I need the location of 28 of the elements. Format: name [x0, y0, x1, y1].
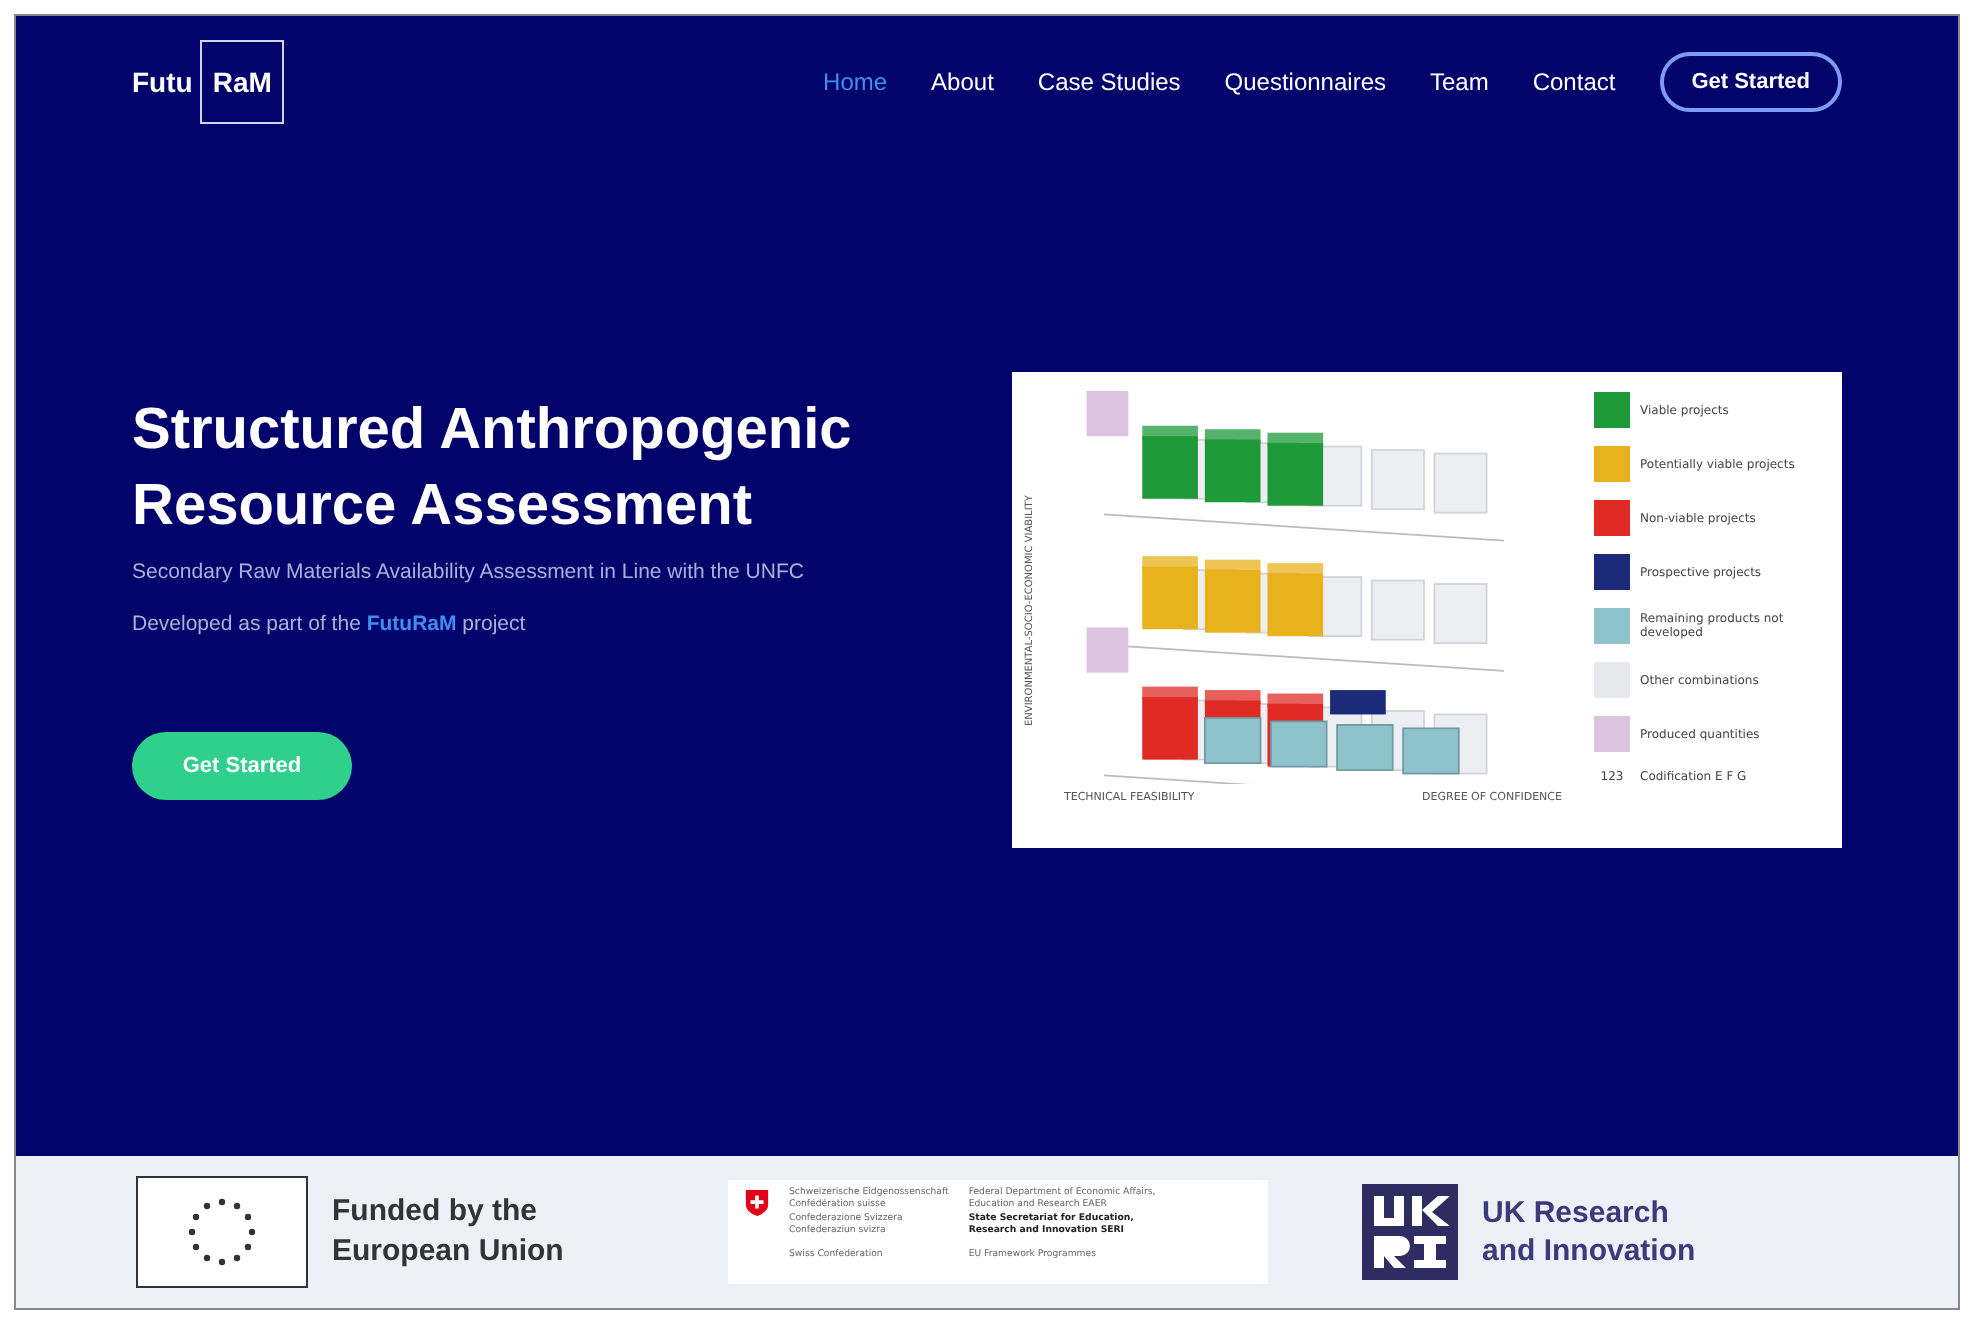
hero-subtitle: Secondary Raw Materials Availability Assessment in Line with the UNFC [132, 560, 806, 584]
nav-link[interactable]: Team [1430, 68, 1489, 96]
eu-flag-icon [136, 1176, 308, 1288]
nav-link[interactable]: Home [823, 68, 888, 96]
nav-link[interactable]: Case Studies [1037, 68, 1181, 96]
cube [1433, 452, 1488, 514]
nav-link[interactable]: Contact [1532, 68, 1616, 96]
ukri-logo-icon [1362, 1184, 1458, 1280]
cube [1086, 627, 1129, 673]
cube [1402, 727, 1460, 775]
swiss-shield-icon [743, 1188, 769, 1218]
funder-text: UK Research and Innovation [1482, 1194, 1698, 1270]
nav-link[interactable]: Questionnaires [1224, 68, 1386, 96]
cube [1204, 429, 1261, 503]
cube [1204, 559, 1261, 633]
cube [1336, 724, 1394, 771]
funding-text: Funded by the European Union [332, 1192, 566, 1272]
hero-note: Developed as part of the FutuRaM project [132, 612, 528, 636]
cube [1370, 579, 1425, 641]
nav-link[interactable]: About [931, 68, 994, 96]
hero-title: Structured Anthropogenic Resource Assessment [132, 396, 854, 542]
cube [1142, 425, 1198, 499]
cube [1433, 583, 1488, 644]
cube [1370, 449, 1425, 511]
cube [1142, 556, 1198, 630]
get-started-button[interactable]: Get Started [1659, 52, 1842, 112]
cube [1142, 686, 1198, 760]
cube [1086, 390, 1129, 437]
